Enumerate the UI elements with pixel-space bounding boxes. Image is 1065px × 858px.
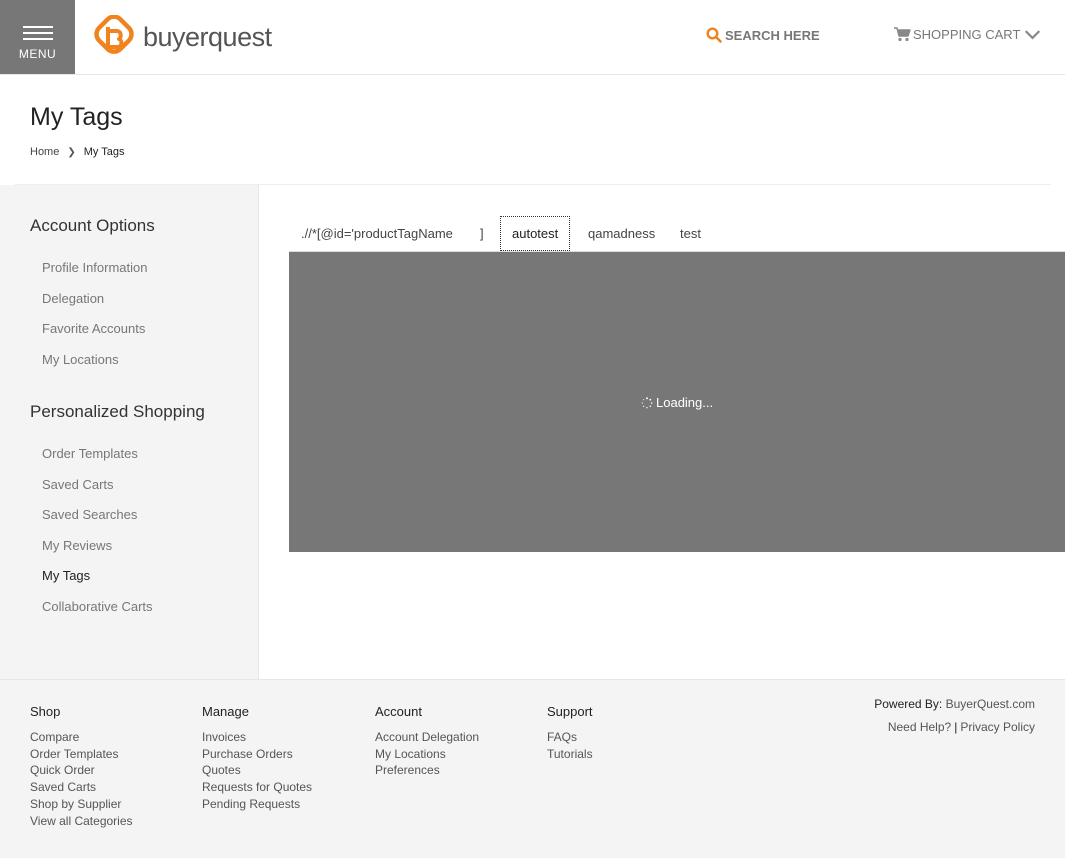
personalized-shopping-heading: Personalized Shopping (30, 402, 205, 421)
footer-link-shop-by-supplier[interactable]: Shop by Supplier (30, 796, 133, 813)
footer-link-compare[interactable]: Compare (30, 729, 133, 746)
account-options-heading: Account Options (30, 216, 155, 235)
sidebar-item-collaborative-carts[interactable]: Collaborative Carts (42, 599, 153, 614)
privacy-policy-link[interactable]: Privacy Policy (960, 720, 1035, 734)
tab-autotest[interactable]: autotest (500, 216, 571, 251)
powered-by: Powered By: BuyerQuest.com (874, 697, 1035, 711)
footer-manage-heading: Manage (202, 704, 249, 719)
breadcrumb-home[interactable]: Home (30, 146, 59, 158)
footer-link-purchase-orders[interactable]: Purchase Orders (202, 746, 312, 763)
footer-link-saved-carts[interactable]: Saved Carts (30, 779, 133, 796)
sidebar-item-saved-carts[interactable]: Saved Carts (42, 477, 114, 492)
powered-by-brand[interactable]: BuyerQuest.com (946, 697, 1035, 711)
footer-link-my-locations[interactable]: My Locations (375, 746, 479, 763)
buyerquest-logo[interactable]: buyerquest (92, 14, 272, 60)
loading-label: Loading... (656, 395, 714, 410)
spinner-icon (641, 396, 653, 408)
sidebar-item-favorite-accounts[interactable]: Favorite Accounts (42, 321, 145, 336)
search-icon (706, 27, 722, 43)
hamburger-icon (23, 26, 53, 40)
chevron-down-icon (1025, 30, 1041, 40)
menu-button[interactable]: MENU (0, 0, 75, 74)
cart-icon (894, 27, 911, 42)
menu-label: MENU (18, 47, 57, 61)
footer-support-column: Support FAQs Tutorials (547, 704, 593, 762)
need-help-link[interactable]: Need Help? (888, 720, 951, 734)
breadcrumb: Home ❯ My Tags (30, 146, 125, 158)
shopping-cart-dropdown[interactable]: SHOPPING CART (894, 27, 1043, 42)
footer-support-heading: Support (547, 704, 593, 719)
cart-label: SHOPPING CART (913, 27, 1021, 42)
tab-bracket-tag[interactable]: ] (480, 216, 484, 251)
account-sidebar: Account Options Profile Information Dele… (0, 185, 259, 679)
footer-shop-heading: Shop (30, 704, 61, 719)
footer-link-account-delegation[interactable]: Account Delegation (375, 729, 479, 746)
footer-link-faqs[interactable]: FAQs (547, 729, 593, 746)
sidebar-item-profile-information[interactable]: Profile Information (42, 260, 148, 275)
site-header: MENU buyerquest SEARCH HERE SHOPPING CAR… (0, 0, 1065, 75)
footer-link-pending-requests[interactable]: Pending Requests (202, 796, 312, 813)
footer-link-quotes[interactable]: Quotes (202, 762, 312, 779)
tab-test[interactable]: test (680, 216, 701, 251)
footer-shop-column: Shop Compare Order Templates Quick Order… (30, 704, 133, 829)
sidebar-item-delegation[interactable]: Delegation (42, 291, 104, 306)
footer-link-order-templates[interactable]: Order Templates (30, 746, 133, 763)
footer-account-column: Account Account Delegation My Locations … (375, 704, 479, 779)
powered-by-label: Powered By: (874, 697, 943, 711)
tab-qamadness[interactable]: qamadness (588, 216, 655, 251)
loading-indicator: Loading... (641, 395, 713, 410)
search-label: SEARCH HERE (725, 27, 820, 43)
sidebar-item-my-reviews[interactable]: My Reviews (42, 538, 112, 553)
footer-link-requests-for-quotes[interactable]: Requests for Quotes (202, 779, 312, 796)
footer-link-tutorials[interactable]: Tutorials (547, 746, 593, 763)
footer-manage-column: Manage Invoices Purchase Orders Quotes R… (202, 704, 312, 813)
help-links: Need Help? | Privacy Policy (888, 720, 1035, 734)
sidebar-item-my-locations[interactable]: My Locations (42, 352, 119, 367)
site-footer: Shop Compare Order Templates Quick Order… (0, 679, 1065, 858)
logo-text: buyerquest (143, 21, 272, 52)
separator: | (954, 720, 958, 734)
breadcrumb-current: My Tags (83, 146, 125, 158)
page-title: My Tags (30, 103, 123, 131)
footer-link-quick-order[interactable]: Quick Order (30, 762, 133, 779)
sidebar-item-my-tags[interactable]: My Tags (42, 568, 90, 583)
footer-link-preferences[interactable]: Preferences (375, 762, 479, 779)
sidebar-item-saved-searches[interactable]: Saved Searches (42, 507, 137, 522)
footer-link-view-all-categories[interactable]: View all Categories (30, 813, 133, 830)
logo-icon (94, 15, 134, 54)
footer-link-invoices[interactable]: Invoices (202, 729, 312, 746)
search-link[interactable]: SEARCH HERE (706, 27, 820, 43)
tab-xpath-tag[interactable]: .//*[@id='productTagName (301, 216, 453, 251)
sidebar-item-order-templates[interactable]: Order Templates (42, 446, 138, 461)
footer-account-heading: Account (375, 704, 422, 719)
chevron-right-icon: ❯ (67, 146, 76, 158)
